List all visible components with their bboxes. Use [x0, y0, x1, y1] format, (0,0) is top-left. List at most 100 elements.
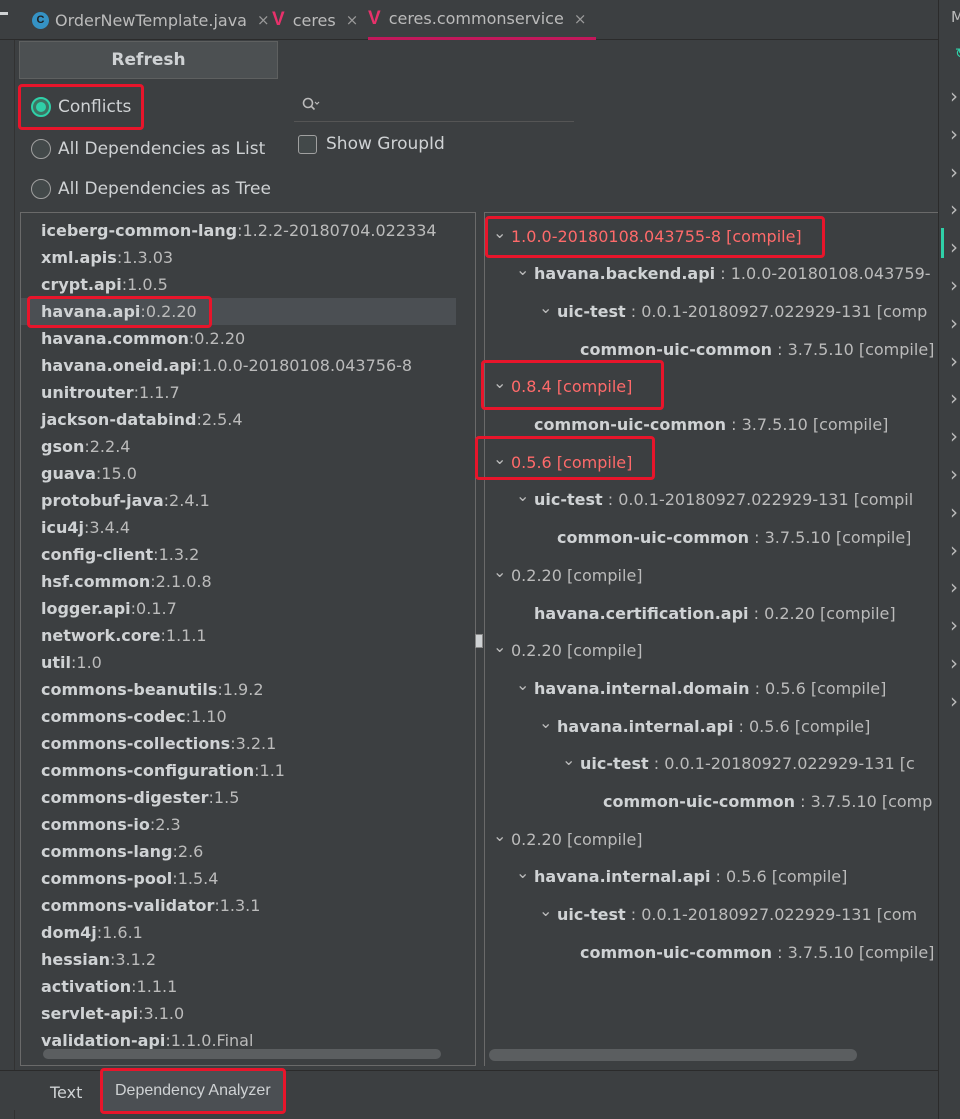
chevron-right-icon[interactable]: ›	[950, 462, 958, 486]
radio-all-deps-tree[interactable]: All Dependencies as Tree	[31, 177, 271, 201]
chevron-right-icon[interactable]: ›	[950, 273, 958, 297]
chevron-right-icon[interactable]: ›	[950, 311, 958, 335]
chevron-down-icon[interactable]: ⌄	[539, 713, 557, 732]
chevron-right-icon[interactable]: ›	[950, 386, 958, 410]
list-item[interactable]: hsf.common : 2.1.0.8	[21, 568, 456, 595]
list-item[interactable]: guava : 15.0	[21, 460, 456, 487]
chevron-right-icon[interactable]: ›	[950, 651, 958, 675]
chevron-down-icon[interactable]: ⌄	[516, 260, 534, 279]
list-item[interactable]: commons-codec : 1.10	[21, 703, 456, 730]
chevron-right-icon[interactable]: ›	[950, 160, 958, 184]
tab-text[interactable]: Text	[50, 1074, 82, 1110]
close-icon[interactable]: ×	[257, 11, 270, 29]
list-item[interactable]: commons-validator : 1.3.1	[21, 892, 456, 919]
chevron-down-icon[interactable]: ⌄	[562, 750, 580, 769]
list-item[interactable]: network.core : 1.1.1	[21, 622, 456, 649]
tab-dependency-analyzer[interactable]: Dependency Analyzer	[100, 1068, 286, 1114]
tree-node[interactable]: ⌄ 0.2.20 [compile]	[493, 636, 643, 666]
list-item[interactable]: config-client : 1.3.2	[21, 541, 456, 568]
tree-node[interactable]: ⌄ havana.internal.domain : 0.5.6 [compile…	[516, 673, 886, 703]
chevron-right-icon[interactable]: ›	[950, 197, 958, 221]
list-item[interactable]: gson : 2.2.4	[21, 433, 456, 460]
chevron-down-icon[interactable]: ⌄	[493, 223, 511, 242]
refresh-button[interactable]: Refresh	[19, 41, 278, 79]
radio-conflicts[interactable]: Conflicts	[18, 84, 145, 130]
tree-node[interactable]: ⌄ uic-test : 0.0.1-20180927.022929-131 [c…	[539, 296, 927, 326]
chevron-right-icon[interactable]: ›	[950, 349, 958, 373]
list-item[interactable]: commons-digester : 1.5	[21, 784, 456, 811]
close-icon[interactable]: ×	[346, 11, 359, 29]
tree-node[interactable]: ⌄ uic-test : 0.0.1-20180927.022929-131 [c…	[516, 485, 913, 515]
chevron-down-icon[interactable]: ⌄	[516, 863, 534, 882]
list-item[interactable]: commons-configuration : 1.1	[21, 757, 456, 784]
chevron-down-icon[interactable]: ⌄	[493, 449, 511, 468]
chevron-down-icon[interactable]: ⌄	[493, 826, 511, 845]
conflict-version-node[interactable]: ⌄ 0.8.4 [compile]	[493, 372, 632, 402]
list-item[interactable]: logger.api : 0.1.7	[21, 595, 456, 622]
chevron-down-icon[interactable]: ⌄	[516, 675, 534, 694]
horizontal-scrollbar[interactable]	[43, 1049, 441, 1059]
chevron-right-icon[interactable]: ›	[950, 84, 958, 108]
chevron-right-icon[interactable]: ›	[950, 500, 958, 524]
list-item[interactable]: commons-collections : 3.2.1	[21, 730, 456, 757]
radio-all-deps-list[interactable]: All Dependencies as List	[31, 137, 265, 161]
chevron-down-icon[interactable]: ⌄	[493, 373, 511, 392]
list-item[interactable]: activation : 1.1.1	[21, 973, 456, 1000]
chevron-right-icon[interactable]: ›	[950, 424, 958, 448]
list-item[interactable]: havana.api : 0.2.20	[21, 298, 456, 325]
list-item[interactable]: unitrouter : 1.1.7	[21, 379, 456, 406]
dependency-list[interactable]: iceberg-common-lang : 1.2.2-20180704.022…	[20, 212, 476, 1066]
chevron-right-icon[interactable]: ›	[950, 689, 958, 713]
list-item[interactable]: commons-pool : 1.5.4	[21, 865, 456, 892]
conflict-version-node[interactable]: ⌄ 1.0.0-20180108.043755-8 [compile]	[493, 221, 802, 251]
chevron-right-icon[interactable]: ›	[950, 235, 958, 259]
chevron-down-icon[interactable]: ⌄	[539, 901, 557, 920]
chevron-down-icon[interactable]: ⌄	[493, 637, 511, 656]
list-item[interactable]: icu4j : 3.4.4	[21, 514, 456, 541]
chevron-right-icon[interactable]: ›	[950, 538, 958, 562]
tree-node[interactable]: ⌄ havana.backend.api : 1.0.0-20180108.043…	[516, 259, 931, 289]
list-item[interactable]: hessian : 3.1.2	[21, 946, 456, 973]
search-field[interactable]	[294, 88, 574, 122]
tree-node[interactable]: common-uic-common : 3.7.5.10 [compile]	[580, 937, 934, 967]
show-groupid-checkbox[interactable]: Show GroupId	[298, 134, 445, 154]
tree-node[interactable]: ⌄ uic-test : 0.0.1-20180927.022929-131 [c…	[539, 900, 917, 930]
tree-node[interactable]: ⌄ 0.2.20 [compile]	[493, 560, 643, 590]
tab-order-new-template[interactable]: C OrderNewTemplate.java ×	[32, 0, 270, 40]
list-item[interactable]: crypt.api : 1.0.5	[21, 271, 456, 298]
chevron-down-icon[interactable]: ⌄	[539, 298, 557, 317]
refresh-icon[interactable]: ↻	[955, 46, 960, 62]
tree-node[interactable]: havana.certification.api : 0.2.20 [compi…	[534, 598, 896, 628]
dependency-tree[interactable]: ⌄ 1.0.0-20180108.043755-8 [compile] ⌄ havan…	[484, 212, 938, 1066]
list-item[interactable]: iceberg-common-lang : 1.2.2-20180704.022…	[21, 217, 456, 244]
panel-splitter[interactable]	[475, 634, 483, 648]
chevron-right-icon[interactable]: ›	[950, 122, 958, 146]
tree-node[interactable]: ⌄ uic-test : 0.0.1-20180927.022929-131 [c	[562, 749, 915, 779]
chevron-down-icon[interactable]: ⌄	[493, 562, 511, 581]
list-item[interactable]: jackson-databind : 2.5.4	[21, 406, 456, 433]
list-item[interactable]: havana.common : 0.2.20	[21, 325, 456, 352]
chevron-right-icon[interactable]: ›	[950, 575, 958, 599]
list-item[interactable]: commons-beanutils : 1.9.2	[21, 676, 456, 703]
list-item[interactable]: util : 1.0	[21, 649, 456, 676]
list-item[interactable]: commons-lang : 2.6	[21, 838, 456, 865]
tree-node[interactable]: ⌄ 0.2.20 [compile]	[493, 824, 643, 854]
conflict-version-node[interactable]: ⌄ 0.5.6 [compile]	[493, 447, 632, 477]
list-item[interactable]: xml.apis : 1.3.03	[21, 244, 456, 271]
tree-node[interactable]: common-uic-common : 3.7.5.10 [compile]	[580, 334, 934, 364]
list-item[interactable]: protobuf-java : 2.4.1	[21, 487, 456, 514]
tab-ceres[interactable]: V ceres ×	[272, 0, 358, 40]
horizontal-scrollbar[interactable]	[489, 1049, 857, 1061]
close-icon[interactable]: ×	[574, 10, 587, 28]
tab-ceres-commonservice[interactable]: V ceres.commonservice ×	[368, 0, 597, 40]
chevron-down-icon[interactable]: ⌄	[516, 486, 534, 505]
chevron-right-icon[interactable]: ›	[950, 613, 958, 637]
list-item[interactable]: dom4j : 1.6.1	[21, 919, 456, 946]
tree-node[interactable]: common-uic-common : 3.7.5.10 [compile]	[557, 523, 911, 553]
search-input[interactable]	[328, 95, 568, 114]
tree-node[interactable]: ⌄ havana.internal.api : 0.5.6 [compile]	[539, 711, 870, 741]
tree-node[interactable]: ⌄ havana.internal.api : 0.5.6 [compile]	[516, 862, 847, 892]
list-item[interactable]: commons-io : 2.3	[21, 811, 456, 838]
list-item[interactable]: servlet-api : 3.1.0	[21, 1000, 456, 1027]
tree-node[interactable]: common-uic-common : 3.7.5.10 [compile]	[534, 410, 888, 440]
